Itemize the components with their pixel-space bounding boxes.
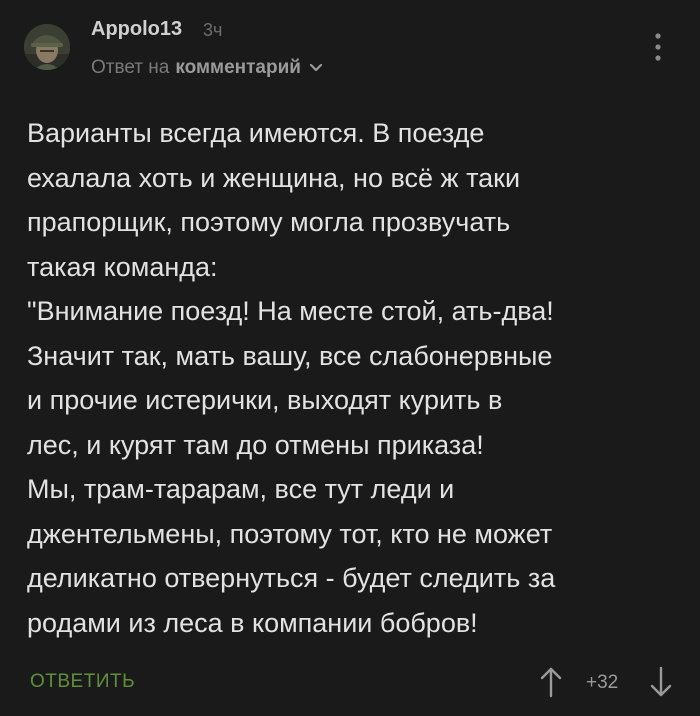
vote-score: +32 xyxy=(586,672,619,693)
comment-line: и прочие истерички, выходят курить в xyxy=(27,385,503,415)
comment-body: Варианты всегда имеются. В поезде ехалал… xyxy=(27,111,672,645)
comment-line: ехалала хоть и женщина, но всё ж таки xyxy=(27,162,521,193)
avatar[interactable] xyxy=(24,24,70,70)
arrow-up-icon[interactable] xyxy=(538,665,564,699)
avatar-image xyxy=(24,24,70,70)
comment-line: "Внимание поезд! На месте стой, ать-два! xyxy=(27,296,554,326)
comment-line: Значит так, мать вашу, все слабонервные xyxy=(27,340,553,371)
reply-button[interactable]: ОТВЕТИТЬ xyxy=(30,671,135,693)
comment-line: Варианты всегда имеются. В поезде xyxy=(27,118,485,148)
comment-line: джентельмены, поэтому тот, кто не может xyxy=(27,518,553,549)
comment-time: 3ч xyxy=(203,20,223,40)
reply-to-target: комментарий xyxy=(175,57,301,78)
comment-author[interactable]: Appolo13 xyxy=(91,18,182,41)
reply-to-prefix: Ответ на xyxy=(91,57,170,78)
kebab-menu-icon[interactable] xyxy=(648,30,668,64)
comment-line: деликатно отвернуться - будет следить за xyxy=(27,563,556,593)
comment-line: Мы, трам-тарарам, все тут леди и xyxy=(27,474,455,504)
arrow-down-icon[interactable] xyxy=(648,665,674,699)
chevron-down-icon xyxy=(309,63,323,72)
comment-line: родами из леса в компании бобров! xyxy=(27,607,478,638)
comment-line: такая команда: xyxy=(27,251,218,282)
comment-line: лес, и курят там до отмены приказа! xyxy=(27,429,484,460)
reply-to-link[interactable]: Ответ на комментарий xyxy=(91,57,323,79)
comment-line: прапорщик, поэтому могла прозвучать xyxy=(27,207,511,237)
